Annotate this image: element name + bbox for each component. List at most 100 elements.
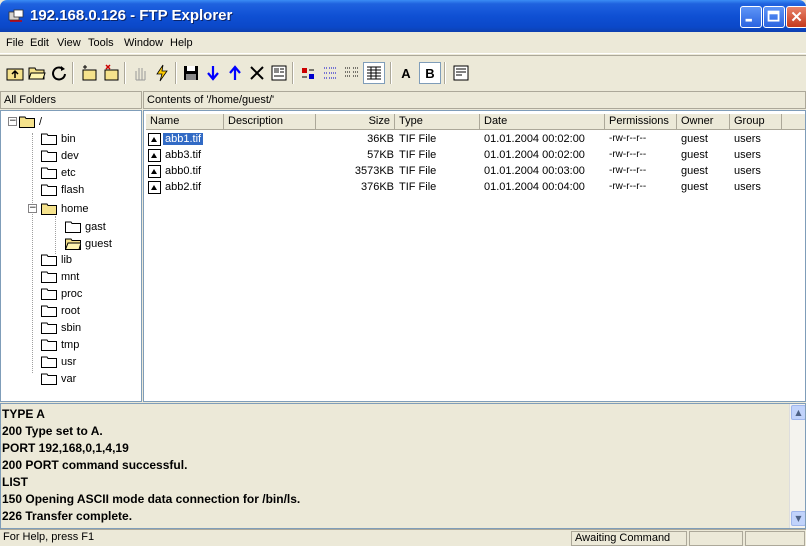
file-row[interactable]: abb0.tif 3573KB TIF File 01.01.2004 00:0… [144, 164, 805, 179]
tree-item-proc[interactable]: proc [41, 285, 82, 302]
title-bar[interactable]: 192.168.0.126 - FTP Explorer [0, 0, 806, 32]
menu-window[interactable]: Window [124, 37, 163, 49]
menu-tools[interactable]: Tools [88, 37, 114, 49]
file-permissions: -rw-r--r-- [609, 181, 647, 192]
tree-item-label: sbin [61, 321, 82, 334]
toolbar-separator [390, 62, 392, 84]
status-pane-empty [689, 531, 743, 546]
maximize-button[interactable] [763, 6, 785, 28]
small-icons-button[interactable] [319, 62, 341, 84]
download-button[interactable] [202, 62, 224, 84]
tree-item-guest[interactable]: guest [65, 235, 112, 252]
file-row[interactable]: abb1.tif 36KB TIF File 01.01.2004 00:02:… [144, 132, 805, 147]
expander-root[interactable]: − [8, 117, 17, 126]
small-icons-icon [324, 67, 336, 79]
log-window-button[interactable] [450, 62, 472, 84]
floppy-icon [184, 66, 198, 80]
tree-item-sbin[interactable]: sbin [41, 319, 81, 336]
file-row[interactable]: abb2.tif 376KB TIF File 01.01.2004 00:04… [144, 180, 805, 195]
up-folder-button[interactable] [4, 62, 26, 84]
minimize-button[interactable] [740, 6, 762, 28]
binary-mode-button[interactable]: B [419, 62, 441, 84]
properties-button[interactable] [268, 62, 290, 84]
tree-item-home[interactable]: home [41, 200, 89, 217]
list-view-icon [345, 67, 359, 77]
delete-folder-button[interactable] [100, 62, 122, 84]
expander-home[interactable]: − [28, 204, 37, 213]
menu-bar: File Edit View Tools Window Help [0, 32, 806, 54]
menu-help[interactable]: Help [170, 37, 193, 49]
ascii-mode-button[interactable]: A [395, 62, 417, 84]
tree-item-mnt[interactable]: mnt [41, 268, 79, 285]
tree-item-gast[interactable]: gast [65, 218, 106, 235]
file-row[interactable]: abb3.tif 57KB TIF File 01.01.2004 00:02:… [144, 148, 805, 163]
arrow-up-icon [229, 65, 241, 80]
command-log[interactable]: TYPE A 200 Type set to A. PORT 192,168,0… [0, 403, 806, 529]
tree-item-dev[interactable]: dev [41, 147, 79, 164]
stop-button[interactable] [129, 62, 151, 84]
large-icons-button[interactable] [297, 62, 319, 84]
close-button[interactable] [786, 6, 806, 28]
column-header-group[interactable]: Group [730, 114, 782, 130]
upload-button[interactable] [224, 62, 246, 84]
tree-item-lib[interactable]: lib [41, 251, 72, 268]
save-button[interactable] [180, 62, 202, 84]
refresh-button[interactable] [48, 62, 70, 84]
tree-item-label: proc [61, 287, 83, 300]
folder-icon [41, 322, 57, 334]
folder-icon [41, 254, 57, 266]
status-pane-empty [745, 531, 805, 546]
new-folder-button[interactable] [78, 62, 100, 84]
maximize-icon [767, 10, 780, 22]
file-list[interactable]: Name Description Size Type Date Permissi… [143, 110, 806, 402]
ftp-app-icon [8, 9, 24, 22]
tree-item-usr[interactable]: usr [41, 353, 76, 370]
tree-item-tmp[interactable]: tmp [41, 336, 79, 353]
log-line: LIST [2, 475, 28, 489]
toolbar-separator [175, 62, 177, 84]
file-group: users [734, 149, 761, 161]
scroll-down-icon[interactable]: ▼ [791, 511, 805, 526]
close-icon [791, 11, 802, 22]
column-header-type[interactable]: Type [395, 114, 480, 130]
details-view-icon [367, 66, 381, 80]
tree-guide-line [32, 133, 33, 373]
tree-guide-line [55, 216, 56, 254]
column-header-description[interactable]: Description [224, 114, 316, 130]
tree-item-bin[interactable]: bin [41, 130, 76, 147]
tree-item-etc[interactable]: etc [41, 164, 76, 181]
details-view-button[interactable] [363, 62, 385, 84]
tree-item-root-dir[interactable]: root [41, 302, 80, 319]
tree-item-label: gast [85, 220, 106, 233]
delete-folder-icon [104, 64, 119, 81]
large-icons-icon [302, 68, 314, 79]
folder-tree[interactable]: − − / bin dev etc flash home gast guest … [0, 110, 142, 402]
column-header-size[interactable]: Size [316, 114, 395, 130]
column-header-date[interactable]: Date [480, 114, 605, 130]
list-view-button[interactable] [341, 62, 363, 84]
open-folder-button[interactable] [26, 62, 48, 84]
tree-item-flash[interactable]: flash [41, 181, 84, 198]
delete-button[interactable] [246, 62, 268, 84]
menu-view[interactable]: View [57, 37, 81, 49]
file-date: 01.01.2004 00:02:00 [484, 149, 585, 161]
minimize-icon [745, 18, 752, 22]
scroll-up-icon[interactable]: ▲ [791, 405, 805, 420]
log-line: 150 Opening ASCII mode data connection f… [2, 492, 301, 506]
tree-item-root[interactable]: / [19, 113, 42, 130]
tree-item-label: var [61, 372, 77, 385]
refresh-icon [52, 66, 66, 81]
menu-file[interactable]: File [6, 37, 24, 49]
column-header-owner[interactable]: Owner [677, 114, 730, 130]
tree-item-label: usr [61, 355, 77, 368]
file-type: TIF File [399, 133, 437, 145]
log-scrollbar[interactable]: ▲ ▼ [789, 404, 805, 528]
file-permissions: -rw-r--r-- [609, 133, 647, 144]
log-line: 200 Type set to A. [2, 424, 103, 438]
menu-edit[interactable]: Edit [30, 37, 49, 49]
tree-item-var[interactable]: var [41, 370, 76, 387]
file-size: 3573KB [354, 165, 394, 177]
connect-button[interactable] [151, 62, 173, 84]
column-header-permissions[interactable]: Permissions [605, 114, 677, 130]
column-header-name[interactable]: Name [146, 114, 224, 130]
